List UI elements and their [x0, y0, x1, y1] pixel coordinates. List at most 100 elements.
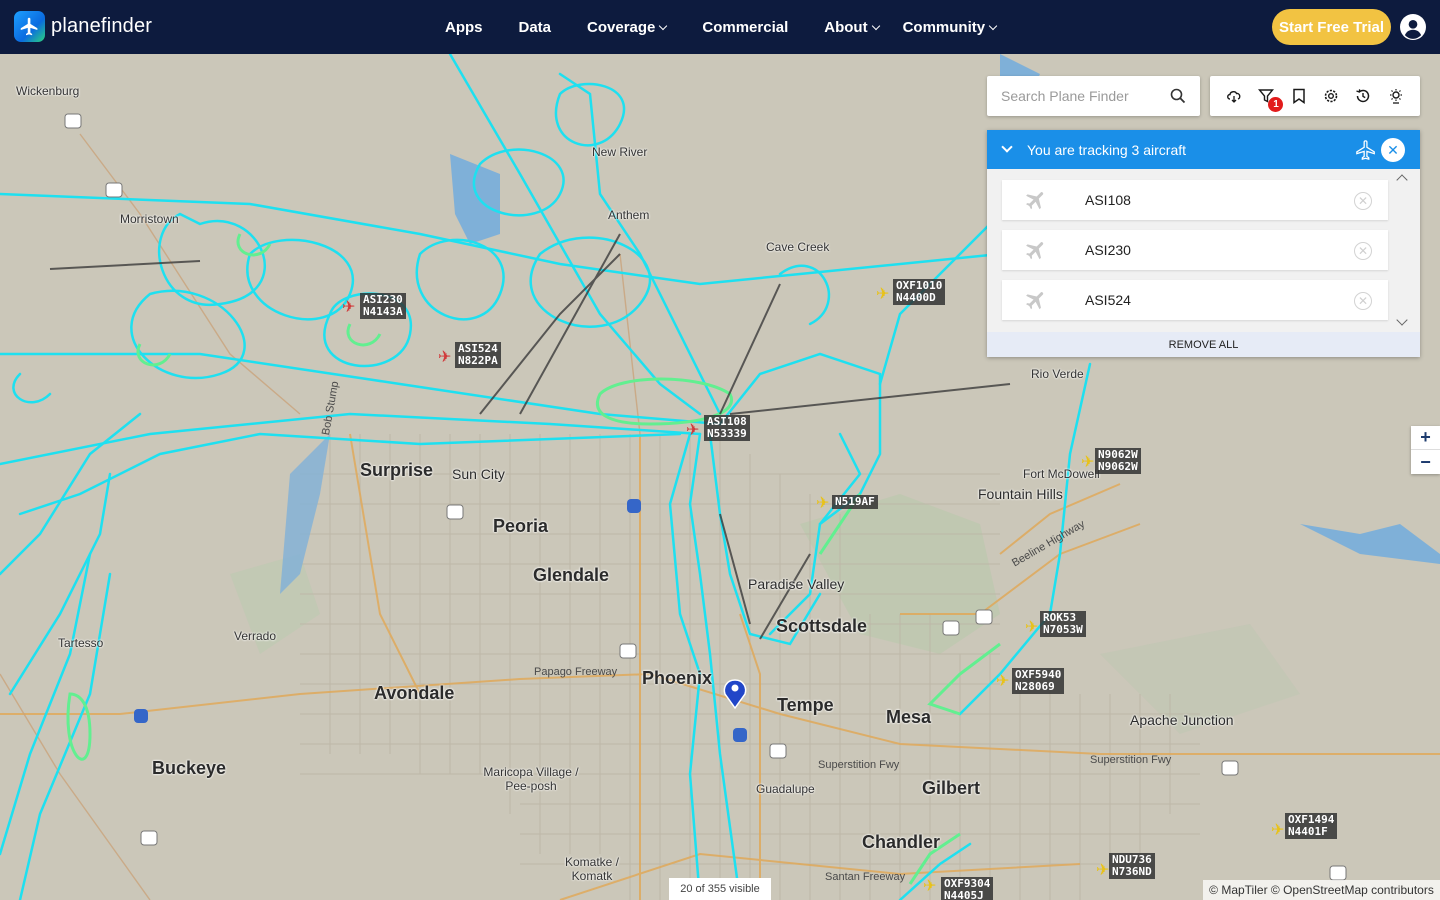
visible-count: 20 of 355 visible — [669, 878, 771, 900]
city-label: Phoenix — [642, 668, 713, 688]
bookmark-icon[interactable] — [1288, 85, 1310, 107]
aircraft-label[interactable]: ASI524 N822PA — [455, 342, 501, 368]
tracked-aircraft-item[interactable]: ASI524 ✕ — [1002, 280, 1388, 320]
city-label: Scottsdale — [776, 616, 868, 636]
planefinder-logo[interactable]: planefinder — [14, 11, 152, 42]
tracked-aircraft-list: ASI108 ✕ ASI230 ✕ ASI524 ✕ — [987, 169, 1420, 329]
filter-icon[interactable]: 1 — [1255, 85, 1284, 112]
city-label: Verrado — [234, 629, 277, 643]
start-free-trial-button[interactable]: Start Free Trial — [1272, 9, 1391, 45]
search-icon[interactable] — [1170, 88, 1186, 104]
aircraft-icon[interactable]: ✈ — [686, 420, 699, 440]
airplane-icon — [1026, 242, 1044, 260]
airplane-icon — [1026, 292, 1044, 310]
search-input[interactable] — [1001, 88, 1161, 104]
tracked-aircraft-item[interactable]: ASI230 ✕ — [1002, 230, 1388, 270]
city-label: Tartesso — [58, 636, 104, 650]
history-icon[interactable] — [1352, 85, 1374, 107]
city-label: Mesa — [886, 707, 932, 727]
tracked-aircraft-callsign: ASI524 — [1085, 292, 1131, 308]
aircraft-label[interactable]: ROK53 N7053W — [1040, 611, 1086, 637]
city-label: Sun City — [452, 466, 505, 482]
remove-all-button[interactable]: REMOVE ALL — [987, 332, 1420, 357]
aircraft-label[interactable]: OXF5940 N28069 — [1012, 668, 1065, 694]
city-label: Guadalupe — [756, 782, 815, 796]
city-label: Apache Junction — [1130, 712, 1234, 728]
aircraft-icon[interactable]: ✈ — [438, 347, 451, 367]
aircraft-label[interactable]: OXF9304 N4405J — [941, 877, 994, 900]
aircraft-icon[interactable]: ✈ — [816, 493, 829, 513]
nav-coverage[interactable]: Coverage — [569, 19, 684, 36]
aircraft-label[interactable]: ASI230 N4143A — [360, 293, 406, 319]
aircraft-label[interactable]: OXF1494 N4401F — [1285, 813, 1338, 839]
city-label: Buckeye — [152, 758, 227, 778]
map-toolbar: 1 — [1210, 76, 1420, 116]
chevron-down-icon — [871, 21, 880, 30]
user-circle-icon[interactable] — [1400, 14, 1426, 40]
aircraft-icon[interactable]: ✈ — [996, 671, 1009, 691]
aircraft-icon[interactable]: ✈ — [1025, 617, 1038, 637]
weather-icon[interactable] — [1385, 85, 1407, 107]
chevron-down-icon — [988, 21, 998, 30]
city-label: New River — [592, 145, 648, 159]
aircraft-label[interactable]: ASI108 N53339 — [704, 415, 750, 441]
city-label: Maricopa Village / Pee-posh — [483, 765, 579, 793]
road-label: Papago Freeway — [534, 666, 618, 678]
airplane-icon — [1356, 140, 1375, 161]
city-label: Cave Creek — [766, 240, 830, 254]
road-label: Superstition Fwy — [1090, 754, 1172, 766]
nav-commercial[interactable]: Commercial — [684, 19, 806, 36]
nav-community[interactable]: Community — [897, 19, 1015, 36]
city-label: Paradise Valley — [748, 576, 845, 592]
tracking-panel-header[interactable]: You are tracking 3 aircraft ✕ — [987, 130, 1420, 169]
city-label: Tempe — [777, 695, 834, 715]
city-label: Gilbert — [922, 778, 981, 798]
cloud-icon[interactable] — [1223, 85, 1245, 107]
chevron-down-icon[interactable] — [1001, 141, 1013, 153]
remove-aircraft-icon[interactable]: ✕ — [1354, 242, 1372, 260]
city-label: Peoria — [493, 516, 549, 536]
city-label: Surprise — [360, 460, 434, 480]
tracking-panel: You are tracking 3 aircraft ✕ ASI108 ✕ A… — [987, 130, 1420, 357]
aircraft-label[interactable]: NDU736 N736ND — [1109, 853, 1155, 879]
airplane-icon — [1026, 192, 1044, 210]
nav-apps[interactable]: Apps — [427, 19, 501, 36]
aircraft-icon[interactable]: ✈ — [876, 284, 889, 304]
aircraft-label[interactable]: N519AF — [832, 495, 878, 509]
remove-aircraft-icon[interactable]: ✕ — [1354, 192, 1372, 210]
aircraft-icon[interactable]: ✈ — [342, 297, 355, 317]
nav-about[interactable]: About — [806, 19, 896, 36]
zoom-control: + − — [1411, 426, 1440, 474]
city-label: Wickenburg — [16, 84, 80, 98]
aircraft-icon[interactable]: ✈ — [923, 876, 936, 896]
aircraft-icon[interactable]: ✈ — [1271, 820, 1284, 840]
city-label: Chandler — [862, 832, 941, 852]
tracked-aircraft-callsign: ASI230 — [1085, 242, 1131, 258]
road-label: Superstition Fwy — [818, 759, 900, 771]
close-tracking-button[interactable]: ✕ — [1381, 138, 1405, 162]
settings-icon[interactable] — [1320, 85, 1342, 107]
aircraft-label[interactable]: OXF1010 N4400D — [893, 279, 946, 305]
aircraft-label[interactable]: N9062W N9062W — [1095, 448, 1141, 474]
city-label: Morristown — [120, 212, 179, 226]
main-nav: Apps Data Coverage Commercial About Comm… — [427, 0, 1014, 54]
brand-name: planefinder — [51, 15, 153, 37]
nav-data[interactable]: Data — [501, 19, 570, 36]
filter-count-badge: 1 — [1268, 97, 1284, 112]
zoom-out-button[interactable]: − — [1411, 450, 1440, 474]
map-attribution[interactable]: © MapTiler © OpenStreetMap contributors — [1203, 880, 1440, 900]
aircraft-icon[interactable]: ✈ — [1081, 452, 1094, 472]
remove-aircraft-icon[interactable]: ✕ — [1354, 292, 1372, 310]
zoom-in-button[interactable]: + — [1411, 426, 1440, 450]
search-box — [987, 76, 1200, 116]
tracked-aircraft-item[interactable]: ASI108 ✕ — [1002, 180, 1388, 220]
top-nav-bar: planefinder Apps Data Coverage Commercia… — [0, 0, 1440, 54]
city-label: Komatke / Komatk — [564, 855, 620, 883]
chevron-down-icon — [659, 21, 668, 30]
city-label: Avondale — [374, 683, 455, 703]
tracking-title: You are tracking 3 aircraft — [1027, 141, 1187, 158]
city-label: Anthem — [608, 208, 650, 222]
city-label: Glendale — [533, 565, 610, 585]
aircraft-icon[interactable]: ✈ — [1096, 860, 1109, 880]
tracked-aircraft-callsign: ASI108 — [1085, 192, 1131, 208]
